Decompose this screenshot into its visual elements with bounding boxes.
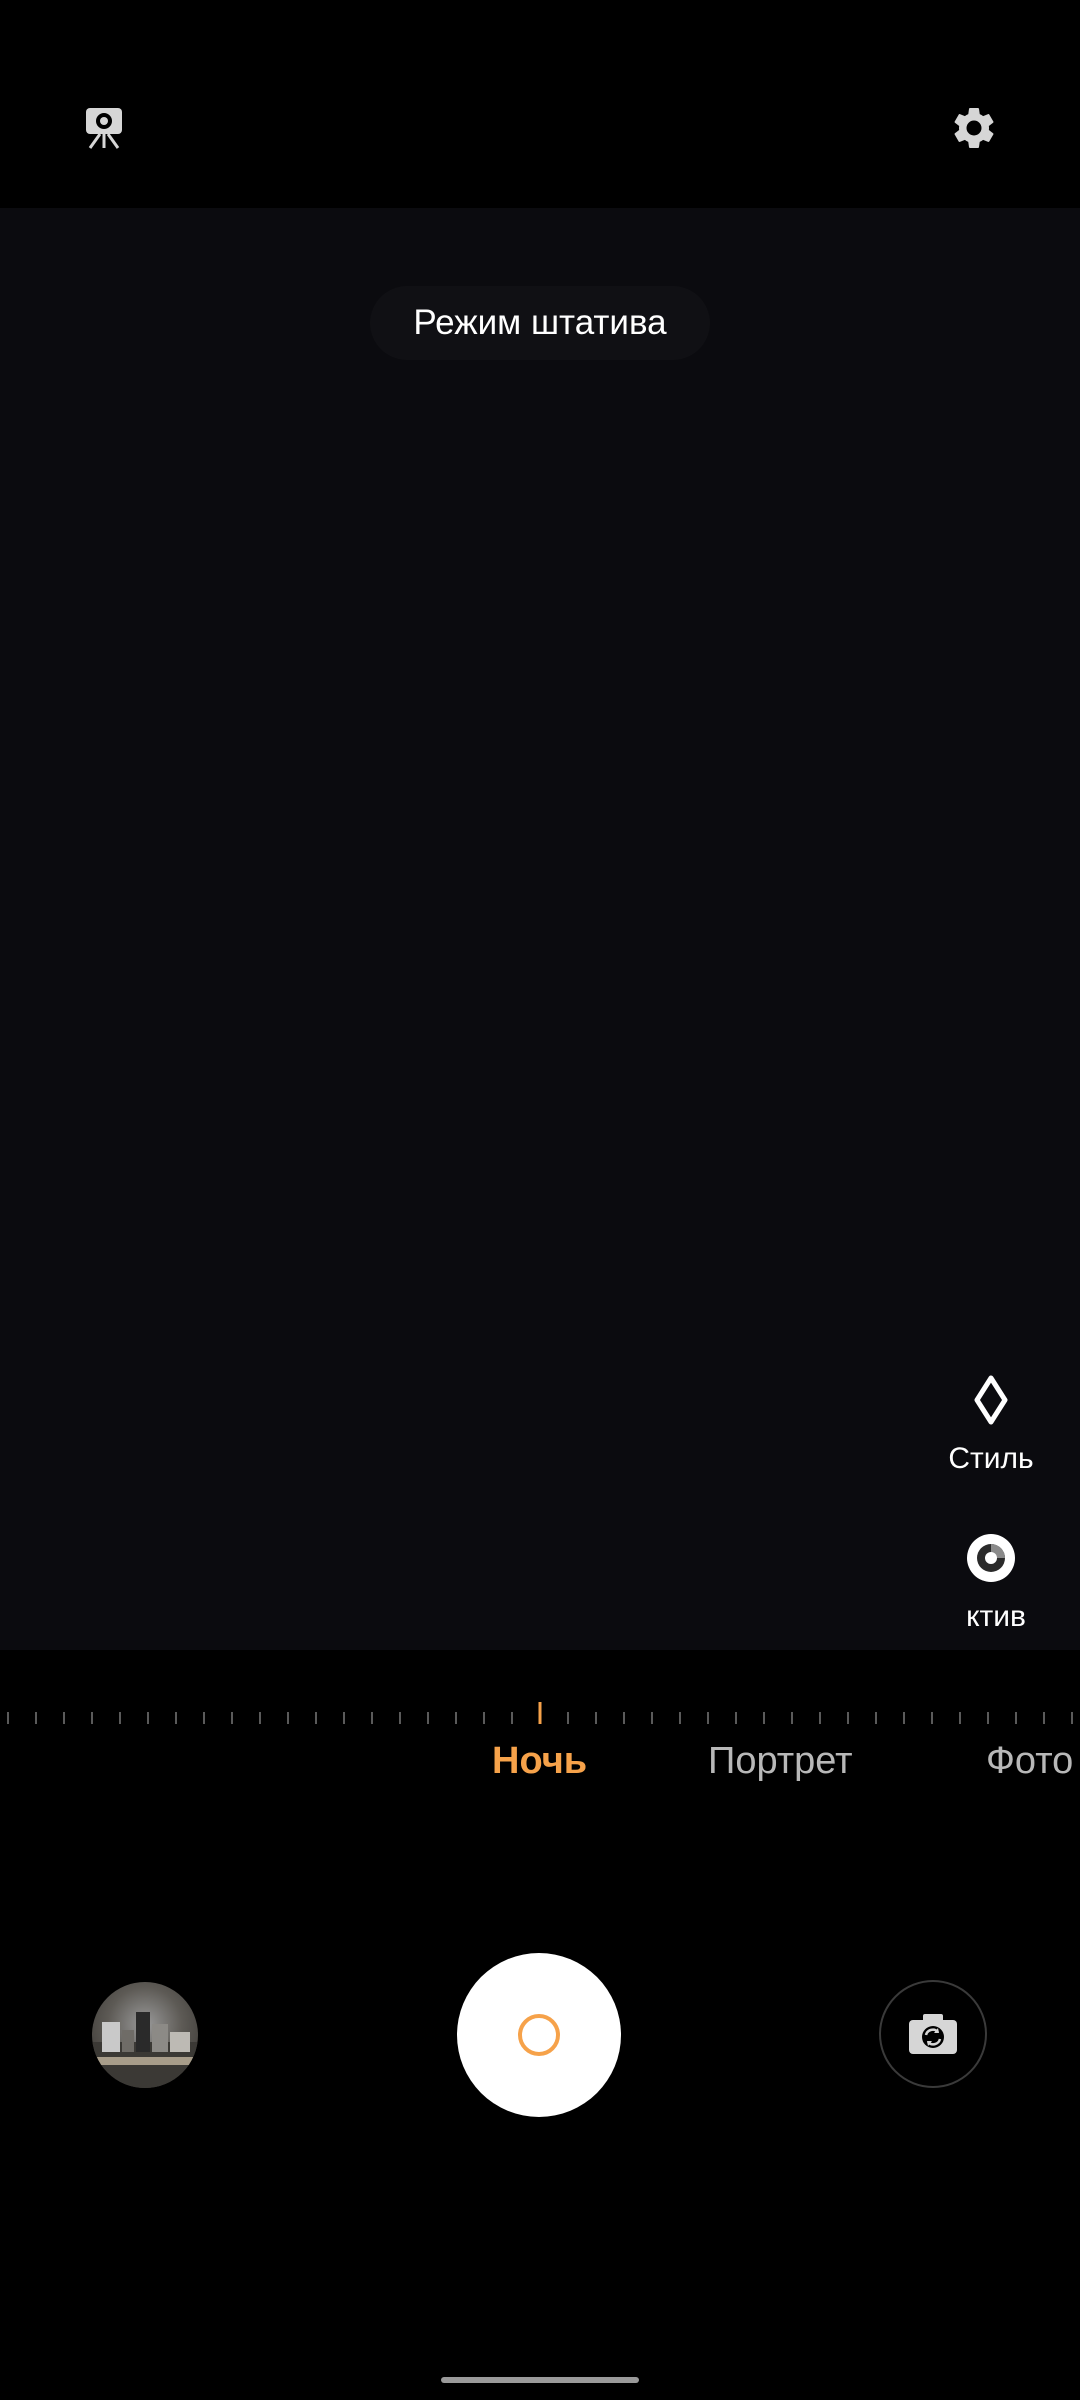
mode-photo[interactable]: Фото — [986, 1740, 1073, 1783]
mode-portrait[interactable]: Портрет — [708, 1740, 853, 1783]
camera-viewfinder[interactable] — [0, 208, 1080, 1650]
mode-night[interactable]: Ночь — [492, 1740, 587, 1783]
lens-icon — [926, 1526, 1056, 1590]
shutter-ring-icon — [518, 2014, 560, 2056]
switch-camera-button[interactable] — [879, 1980, 987, 2088]
switch-camera-icon — [909, 2014, 957, 2054]
tripod-mode-icon[interactable] — [72, 96, 136, 160]
home-indicator[interactable] — [441, 2377, 639, 2383]
toast-text: Режим штатива — [413, 303, 667, 342]
style-label: Стиль — [948, 1442, 1034, 1475]
gallery-thumbnail[interactable] — [92, 1982, 198, 2088]
tripod-mode-toast: Режим штатива — [370, 286, 710, 360]
shutter-button[interactable] — [457, 1953, 621, 2117]
style-button[interactable]: Стиль — [926, 1368, 1056, 1476]
mode-selector[interactable]: Ночь Портрет Фото — [0, 1740, 1080, 1800]
lens-label: ктив — [966, 1600, 1026, 1633]
sparkle-icon — [926, 1368, 1056, 1432]
lens-button[interactable]: ктив — [926, 1526, 1056, 1634]
gear-icon[interactable] — [942, 96, 1006, 160]
top-bar — [0, 0, 1080, 208]
mode-ruler[interactable] — [0, 1700, 1080, 1730]
